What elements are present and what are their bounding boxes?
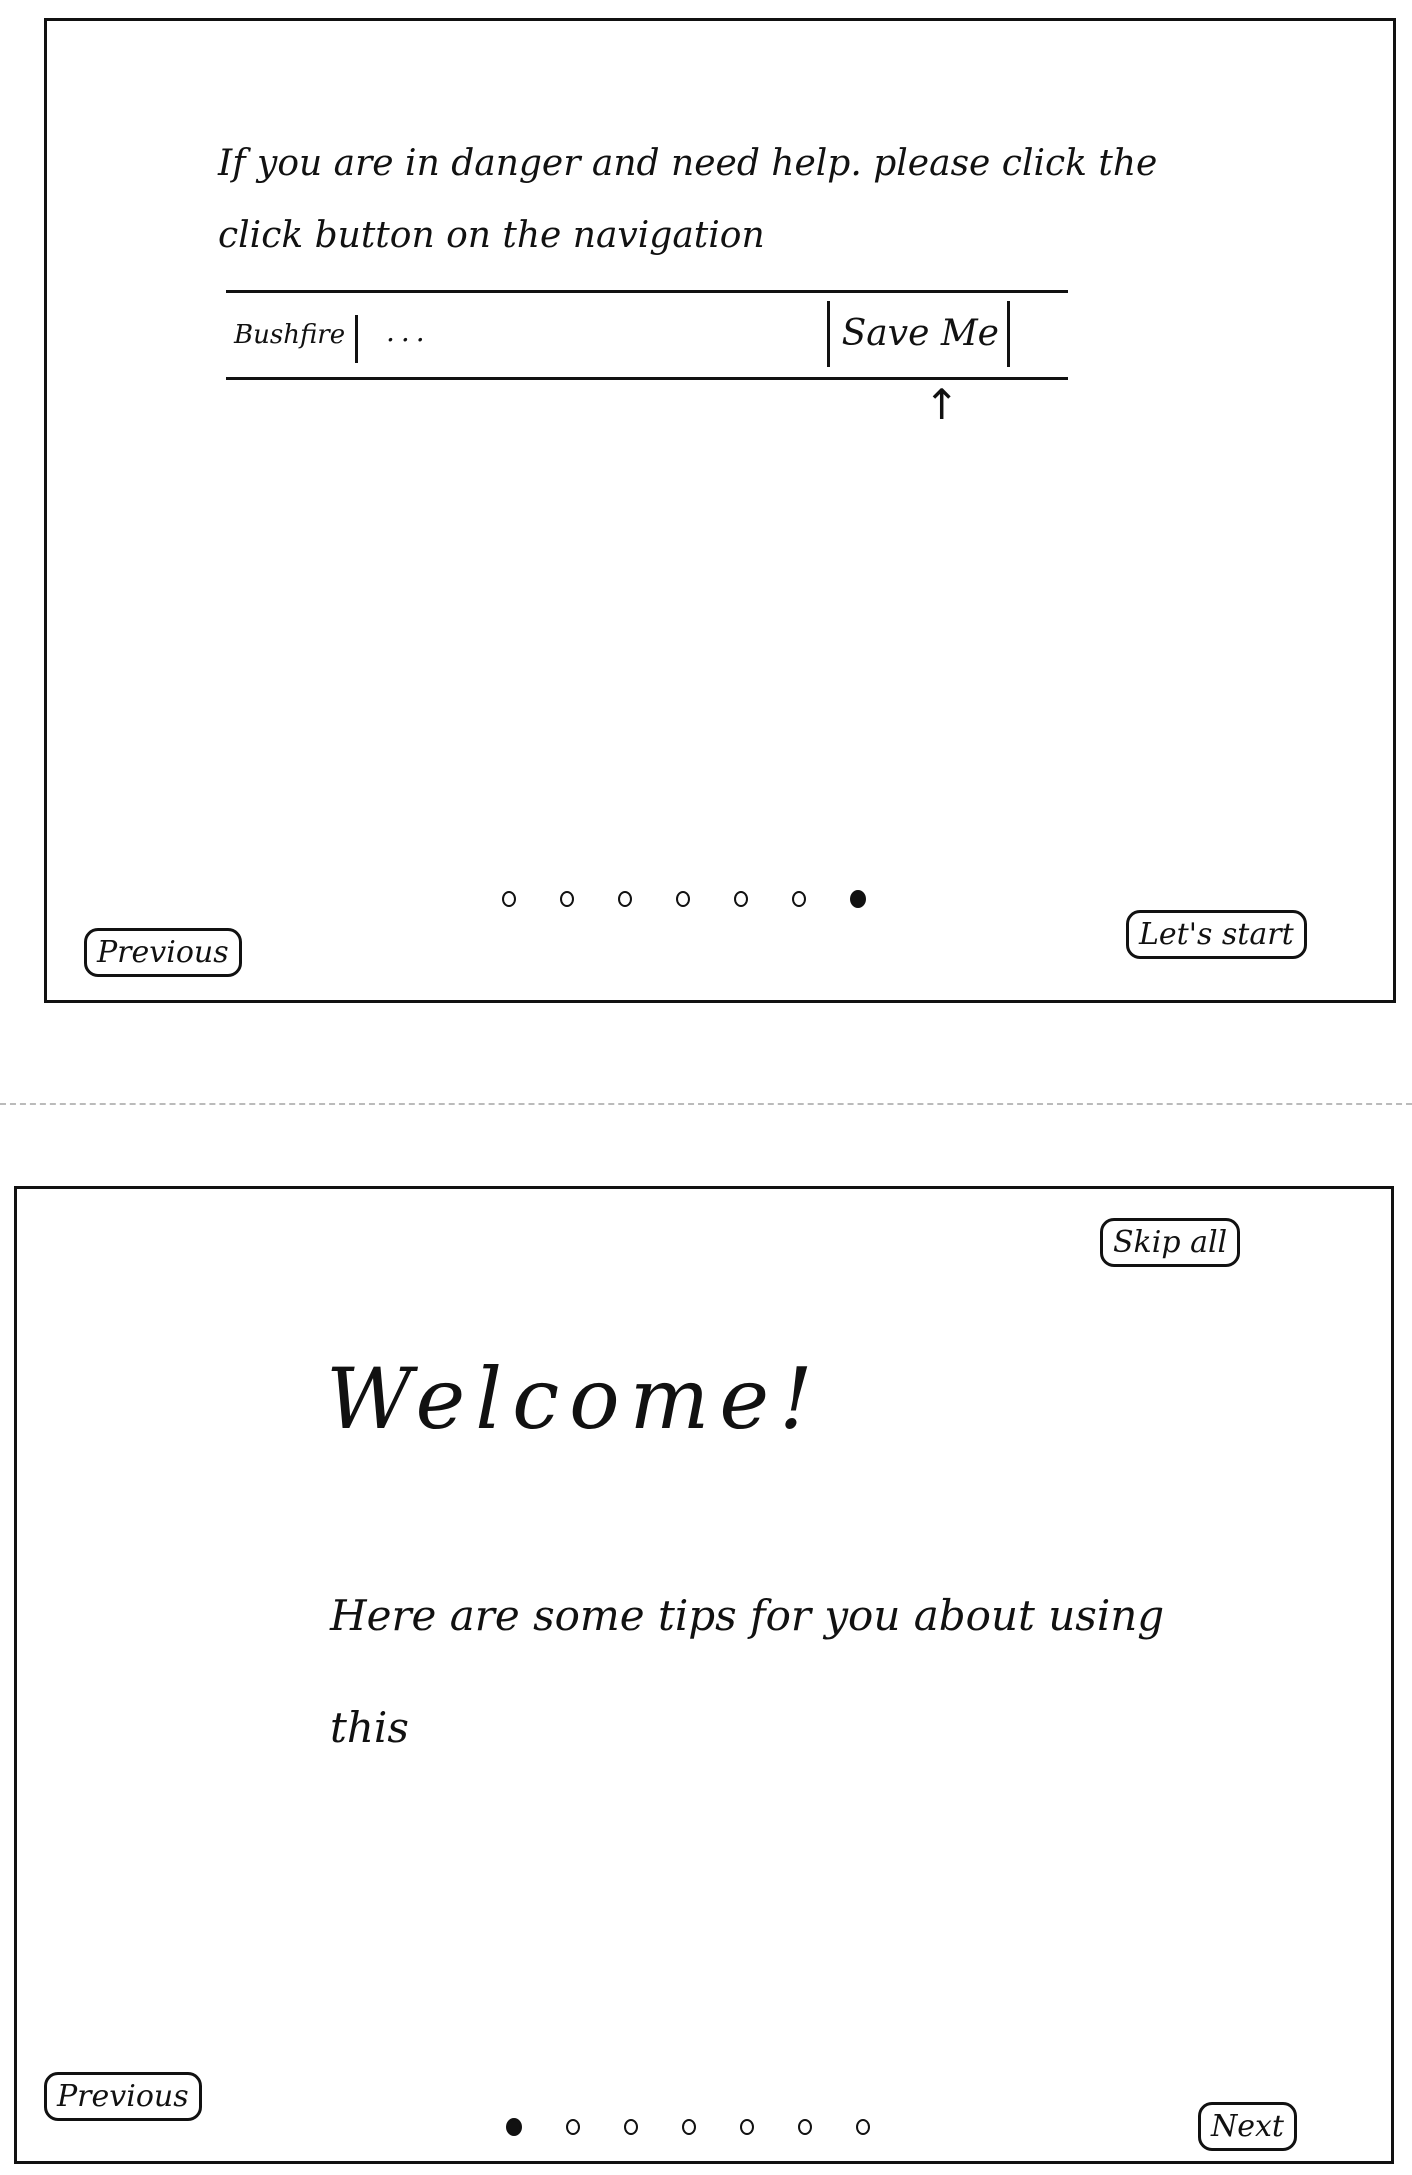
welcome-subtitle: Here are some tips for you about using t…	[330, 1591, 1165, 1752]
page-dot[interactable]	[734, 891, 748, 907]
page-dot[interactable]	[740, 2119, 754, 2135]
nav-more-items: ...	[386, 315, 431, 348]
page-dot[interactable]	[506, 2118, 522, 2136]
page-dot[interactable]	[676, 891, 690, 907]
page-dot[interactable]	[618, 891, 632, 907]
next-button[interactable]: Next	[1198, 2102, 1297, 2151]
welcome-title: Welcome!	[326, 1350, 823, 1448]
page-indicator-top	[502, 890, 866, 908]
navigation-bar-example: Bushfire ... Save Me	[226, 290, 1068, 380]
page-dot[interactable]	[856, 2119, 870, 2135]
page-indicator-bottom	[506, 2118, 870, 2136]
nav-brand: Bushfire	[234, 315, 359, 363]
page-dot[interactable]	[682, 2119, 696, 2135]
arrow-up-icon: ↑	[924, 380, 960, 429]
page-dot[interactable]	[850, 890, 866, 908]
page-dot[interactable]	[798, 2119, 812, 2135]
lets-start-button[interactable]: Let's start	[1126, 910, 1307, 959]
skip-all-button[interactable]: Skip all	[1100, 1218, 1241, 1267]
page-fold-divider	[0, 1103, 1412, 1105]
previous-button[interactable]: Previous	[84, 928, 242, 977]
page-dot[interactable]	[502, 891, 516, 907]
page-dot[interactable]	[560, 891, 574, 907]
page-dot[interactable]	[566, 2119, 580, 2135]
previous-button-welcome[interactable]: Previous	[44, 2072, 202, 2121]
page-dot[interactable]	[792, 891, 806, 907]
save-me-button[interactable]: Save Me	[826, 301, 1010, 367]
page-dot[interactable]	[624, 2119, 638, 2135]
instruction-text: If you are in danger and need help. plea…	[218, 143, 1158, 256]
